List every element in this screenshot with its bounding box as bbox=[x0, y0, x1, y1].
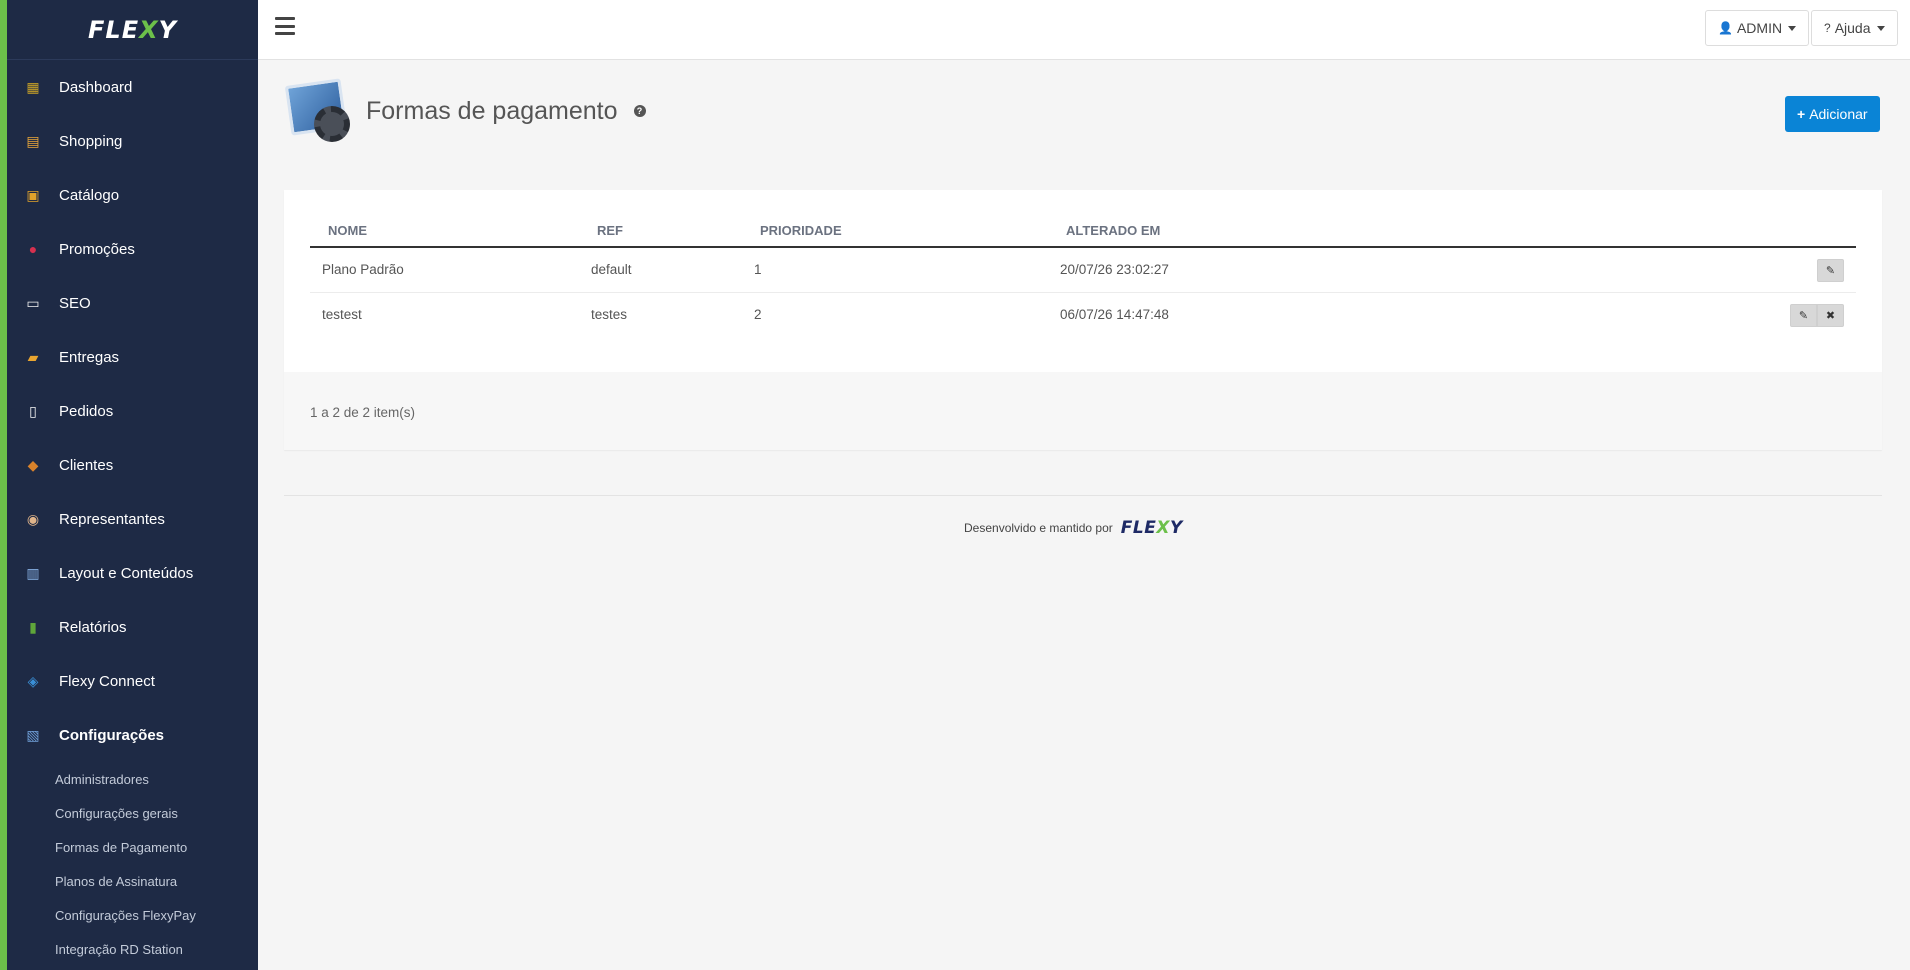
table-row: testest testes 2 06/07/26 14:47:48 ✎ ✖ bbox=[310, 293, 1856, 338]
edit-button[interactable]: ✎ bbox=[1790, 304, 1817, 327]
subnav-item-integracao-rd-station[interactable]: Integração RD Station bbox=[55, 932, 258, 966]
caret-down-icon bbox=[1876, 25, 1885, 31]
sidebar-item-shopping[interactable]: ▤ Shopping bbox=[7, 114, 258, 168]
close-icon: ✖ bbox=[1825, 310, 1836, 322]
cell-prioridade: 1 bbox=[754, 262, 762, 277]
sidebar-item-seo[interactable]: ▭ SEO bbox=[7, 276, 258, 330]
shopping-icon: ▤ bbox=[26, 132, 40, 149]
sidebar-item-promocoes[interactable]: ● Promoções bbox=[7, 222, 258, 276]
table-row: Plano Padrão default 1 20/07/26 23:02:27… bbox=[310, 248, 1856, 293]
pencil-icon: ✎ bbox=[1825, 265, 1836, 277]
delivery-icon: ▰ bbox=[27, 348, 39, 365]
cell-alterado-em: 20/07/26 23:02:27 bbox=[1060, 262, 1169, 277]
cell-alterado-em: 06/07/26 14:47:48 bbox=[1060, 307, 1169, 322]
sidebar-item-label: Promoções bbox=[59, 240, 135, 258]
admin-label: ADMIN bbox=[1736, 20, 1783, 36]
add-button-label: Adicionar bbox=[1809, 106, 1868, 122]
sidebar-item-label: Clientes bbox=[59, 456, 114, 474]
settings-icon: ▧ bbox=[26, 726, 40, 743]
sidebar-item-dashboard[interactable]: ▦ Dashboard bbox=[7, 60, 258, 114]
column-header-nome[interactable]: NOME bbox=[328, 223, 367, 238]
caret-down-icon bbox=[1788, 25, 1797, 31]
promotions-icon: ● bbox=[28, 241, 38, 257]
footer-divider bbox=[284, 495, 1882, 496]
settings-page-icon bbox=[284, 78, 354, 144]
catalog-icon: ▣ bbox=[26, 186, 40, 203]
sidebar-item-flexy-connect[interactable]: ◈ Flexy Connect bbox=[7, 654, 258, 708]
column-header-alterado-em[interactable]: ALTERADO EM bbox=[1066, 223, 1160, 238]
user-icon: 👤 bbox=[1718, 21, 1733, 35]
pagination-count: 1 a 2 de 2 item(s) bbox=[310, 405, 416, 420]
sidebar-item-label: Dashboard bbox=[59, 78, 133, 96]
sidebar-item-representantes[interactable]: ◉ Representantes bbox=[7, 492, 258, 546]
sidebar-item-label: Flexy Connect bbox=[59, 672, 155, 690]
topbar: 👤 ADMIN ? Ajuda bbox=[258, 0, 1910, 60]
sidebar-item-layout[interactable]: ▥ Layout e Conteúdos bbox=[7, 546, 258, 600]
footer-text: Desenvolvido e mantido por bbox=[964, 521, 1113, 535]
cell-ref: default bbox=[591, 262, 632, 277]
sidebar-item-label: Pedidos bbox=[59, 402, 114, 420]
dashboard-icon: ▦ bbox=[26, 78, 40, 95]
subnav-item-configuracoes-gerais[interactable]: Configurações gerais bbox=[55, 796, 258, 830]
question-circle-icon: ? bbox=[1824, 21, 1831, 35]
column-header-ref[interactable]: REF bbox=[597, 223, 623, 238]
brand[interactable]: FLEXY bbox=[7, 0, 258, 60]
sidebar-item-label: Entregas bbox=[59, 348, 120, 366]
column-header-prioridade[interactable]: PRIORIDADE bbox=[760, 223, 842, 238]
sidebar-subnav: Administradores Configurações gerais For… bbox=[7, 762, 258, 966]
seo-icon: ▭ bbox=[26, 294, 40, 311]
subnav-item-formas-de-pagamento[interactable]: Formas de Pagamento bbox=[55, 830, 258, 864]
flexy-footer-logo[interactable]: FLEXY bbox=[1121, 518, 1183, 538]
subnav-item-configuracoes-flexypay[interactable]: Configurações FlexyPay bbox=[55, 898, 258, 932]
page-title: Formas de pagamento bbox=[366, 96, 618, 125]
sidebar-item-configuracoes[interactable]: ▧ Configurações bbox=[7, 708, 258, 762]
pencil-icon: ✎ bbox=[1798, 310, 1809, 322]
sidebar-item-label: Representantes bbox=[59, 510, 165, 528]
sidebar-item-clientes[interactable]: ◆ Clientes bbox=[7, 438, 258, 492]
sidebar-item-label: Layout e Conteúdos bbox=[59, 564, 194, 582]
plus-icon: + bbox=[1797, 106, 1806, 122]
help-icon[interactable]: ? bbox=[633, 105, 646, 117]
cell-prioridade: 2 bbox=[754, 307, 762, 322]
sidebar-item-entregas[interactable]: ▰ Entregas bbox=[7, 330, 258, 384]
sidebar: FLEXY ▦ Dashboard ▤ Shopping ▣ Catálogo ● Pr… bbox=[0, 0, 258, 970]
connect-icon: ◈ bbox=[27, 672, 39, 689]
admin-dropdown-button[interactable]: 👤 ADMIN bbox=[1705, 10, 1810, 46]
table-footer: 1 a 2 de 2 item(s) bbox=[284, 372, 1882, 450]
sidebar-item-pedidos[interactable]: ▯ Pedidos bbox=[7, 384, 258, 438]
cell-ref: testes bbox=[591, 307, 628, 322]
menu-toggle-icon[interactable] bbox=[275, 17, 295, 35]
subnav-item-planos-de-assinatura[interactable]: Planos de Assinatura bbox=[55, 864, 258, 898]
page-footer: Desenvolvido e mantido por FLEXY bbox=[964, 518, 1183, 538]
help-label: Ajuda bbox=[1834, 20, 1871, 36]
layout-icon: ▥ bbox=[26, 564, 40, 581]
row-actions: ✎ bbox=[1817, 259, 1844, 282]
subnav-item-administradores[interactable]: Administradores bbox=[55, 762, 258, 796]
sidebar-item-label: Catálogo bbox=[59, 186, 120, 204]
payment-methods-card: NOME REF PRIORIDADE ALTERADO EM Plano Pa… bbox=[284, 190, 1882, 450]
sidebar-item-label: Shopping bbox=[59, 132, 123, 150]
cell-nome: Plano Padrão bbox=[322, 262, 404, 277]
sidebar-item-label: SEO bbox=[59, 294, 91, 312]
cell-nome: testest bbox=[322, 307, 362, 322]
customers-icon: ◆ bbox=[27, 456, 39, 473]
row-actions: ✎ ✖ bbox=[1790, 304, 1844, 327]
sidebar-nav: ▦ Dashboard ▤ Shopping ▣ Catálogo ● Promoçõe… bbox=[7, 60, 258, 762]
orders-icon: ▯ bbox=[29, 402, 37, 419]
representatives-icon: ◉ bbox=[26, 510, 40, 527]
edit-button[interactable]: ✎ bbox=[1817, 259, 1844, 282]
sidebar-item-catalogo[interactable]: ▣ Catálogo bbox=[7, 168, 258, 222]
reports-icon: ▮ bbox=[29, 618, 37, 635]
page-header: Formas de pagamento ? bbox=[284, 76, 646, 146]
payment-methods-table: NOME REF PRIORIDADE ALTERADO EM Plano Pa… bbox=[310, 218, 1856, 338]
sidebar-item-relatorios[interactable]: ▮ Relatórios bbox=[7, 600, 258, 654]
add-button[interactable]: + Adicionar bbox=[1785, 96, 1880, 132]
delete-button[interactable]: ✖ bbox=[1817, 304, 1844, 327]
main-content: Formas de pagamento ? + Adicionar NOME R… bbox=[258, 60, 1910, 970]
table-header: NOME REF PRIORIDADE ALTERADO EM bbox=[310, 218, 1856, 248]
help-dropdown-button[interactable]: ? Ajuda bbox=[1811, 10, 1898, 46]
flexy-logo: FLEXY bbox=[88, 15, 177, 44]
sidebar-item-label: Relatórios bbox=[59, 618, 127, 636]
sidebar-item-label: Configurações bbox=[59, 726, 165, 744]
